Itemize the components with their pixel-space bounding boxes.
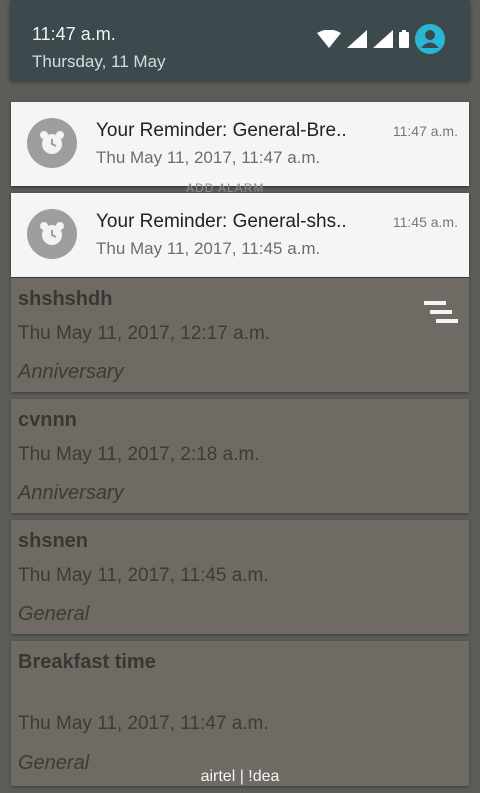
signal-icon [347, 30, 367, 53]
reminder-date: Thu May 11, 2017, 11:47 a.m. [18, 713, 269, 734]
status-date: Thursday, 11 May [32, 52, 166, 71]
reminder-date: Thu May 11, 2017, 2:18 a.m. [18, 444, 260, 465]
reminder-title: shshshdh [18, 288, 113, 310]
reminder-title: shsnen [18, 530, 89, 552]
status-icons [317, 24, 445, 59]
reminder-card[interactable]: shsnen Thu May 11, 2017, 11:45 a.m. Gene… [11, 520, 469, 634]
reminder-date: Thu May 11, 2017, 12:17 a.m. [18, 323, 271, 344]
quick-settings-header: 11:47 a.m. Thursday, 11 May [10, 0, 470, 80]
alarm-clock-icon [27, 209, 77, 259]
reminder-date: Thu May 11, 2017, 11:45 a.m. [18, 565, 269, 586]
reminder-card[interactable]: Breakfast time Thu May 11, 2017, 11:47 a… [11, 641, 469, 786]
reminder-title: Breakfast time [18, 651, 156, 673]
signal-icon [373, 30, 393, 53]
reminder-notification[interactable]: Your Reminder: General-shs.. Thu May 11,… [11, 193, 469, 277]
reminder-title: cvnnn [18, 409, 77, 431]
status-time: 11:47 a.m. [32, 24, 116, 44]
reminder-notification[interactable]: Your Reminder: General-Bre.. Thu May 11,… [11, 102, 469, 186]
notification-subtitle: Thu May 11, 2017, 11:45 a.m. [96, 239, 321, 258]
notification-title: Your Reminder: General-Bre.. [96, 120, 347, 141]
notification-time: 11:47 a.m. [392, 123, 458, 139]
reminder-category: Anniversary [18, 482, 124, 504]
reminder-category: General [18, 603, 90, 625]
reminder-card[interactable]: cvnnn Thu May 11, 2017, 2:18 a.m. Annive… [11, 399, 469, 513]
carrier-label: airtel | !dea [200, 768, 280, 785]
reminder-card[interactable]: shshshdh Thu May 11, 2017, 12:17 a.m. An… [11, 278, 469, 392]
user-avatar-icon[interactable] [415, 24, 445, 59]
sort-menu-icon[interactable] [424, 301, 458, 332]
alarm-clock-icon [27, 118, 77, 168]
reminder-category: Anniversary [18, 361, 124, 383]
wifi-icon [317, 29, 341, 53]
notification-subtitle: Thu May 11, 2017, 11:47 a.m. [96, 148, 321, 167]
notification-time: 11:45 a.m. [392, 214, 458, 230]
battery-icon [399, 30, 409, 53]
notification-title: Your Reminder: General-shs.. [96, 211, 347, 232]
